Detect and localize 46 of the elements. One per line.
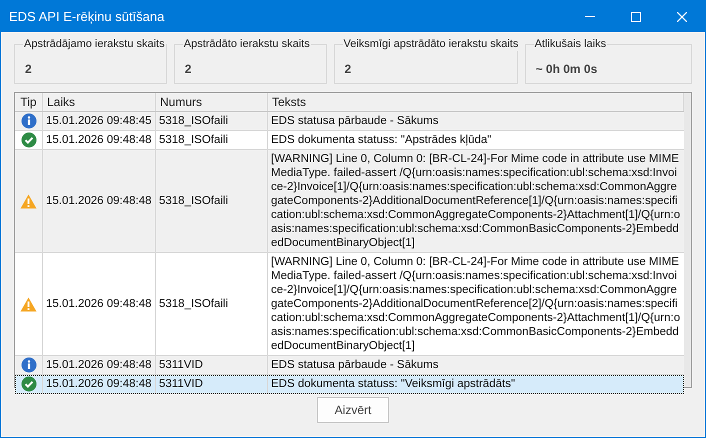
text-cell: [WARNING] Line 0, Column 0: [BR-CL-24]-For Mime code in attribute use MIMEMediaType. failed-assert /Q{urn:oasis:names:specification:ubl:schema:xsd:Invoice-2}Invoice[1]/Q{urn:oasis:names:specification:ubl:schema:xsd:CommonAggregateComponents-2}AdditionalDocumentReference[1]/Q{urn:oasis:names:specification:ubl:schema:xsd:CommonAggregateComponents-2}Attachment[1]/Q{urn:oasis:names:specification:ubl:schema:xsd:CommonBasicComponents-2}EmbeddedDocumentBinaryObject[1] (271, 152, 681, 250)
time-cell: 15.01.2026 09:48:48 (46, 194, 152, 208)
counter-label: Apstrādāto ierakstu skaits (182, 37, 311, 51)
number-cell: 5318_ISOfaili (159, 297, 228, 311)
number-cell: 5311VID (159, 377, 203, 391)
text-cell-text: EDS dokumenta statuss: "Veiksmīgi apstrādāts" (271, 377, 516, 391)
time-cell: 15.01.2026 09:48:48 (46, 297, 152, 311)
column-header[interactable]: Numurs (156, 93, 268, 111)
text-cell: [WARNING] Line 0, Column 0: [BR-CL-24]-For Mime code in attribute use MIMEMediaType. failed-assert /Q{urn:oasis:names:specification:ubl:schema:xsd:Invoice-2}Invoice[1]/Q{urn:oasis:names:specification:ubl:schema:xsd:CommonAggregateComponents-2}AdditionalDocumentReference[2]/Q{urn:oasis:names:specification:ubl:schema:xsd:CommonAggregateComponents-2}Attachment[1]/Q{urn:oasis:names:specification:ubl:schema:xsd:CommonBasicComponents-2}EmbeddedDocumentBinaryObject[1] (271, 255, 681, 353)
number-cell: 5318_ISOfaili (159, 194, 228, 208)
warning-icon (20, 194, 37, 208)
time-cell: 15.01.2026 09:48:48 (46, 377, 152, 391)
time-cell: 15.01.2026 09:48:48 (46, 358, 152, 372)
counter-value: 2 (184, 61, 192, 78)
check-icon (20, 132, 36, 148)
number-cell: 5311VID (159, 358, 203, 372)
maximize-icon (631, 12, 641, 22)
table-row[interactable] (15, 150, 684, 253)
text-cell-text: EDS statusa pārbaude - Sākums (271, 114, 440, 128)
text-cell-text: EDS dokumenta statuss: "Apstrādes kļūda" (271, 133, 492, 147)
info-icon (20, 113, 36, 129)
window-title: EDS API E-rēķinu sūtīšana (9, 8, 164, 26)
counter-value: 2 (344, 61, 352, 78)
check-icon (20, 376, 36, 392)
column-header[interactable]: Laiks (43, 93, 156, 111)
warning-icon (20, 296, 37, 312)
column-header[interactable]: Teksts (268, 93, 684, 111)
table-row[interactable]: 15.01.2026 09:48:48 5318_ISOfaili EDS dokumenta statuss: "Apstrādes kļūda" (15, 131, 684, 150)
table-row[interactable]: 15.01.2026 09:48:48 5311VID EDS statusa pārbaude - Sākums (15, 356, 684, 375)
table-row[interactable]: 15.01.2026 09:48:45 5318_ISOfaili EDS statusa pārbaude - Sākums (15, 112, 684, 131)
table-row[interactable]: 15.01.2026 09:48:48 5311VID EDS dokumenta statuss: "Veiksmīgi apstrādāts" (15, 375, 684, 394)
close-icon (677, 12, 687, 22)
close-dialog-button[interactable]: Aizvērt (317, 397, 389, 423)
column-header[interactable]: Tip (15, 93, 43, 111)
counter-value: 2 (25, 61, 32, 78)
number-cell: 5318_ISOfaili (159, 114, 228, 128)
counter-value: ~ 0h 0m 0s (536, 61, 598, 78)
counter-label: Veiksmīgi apstrādāto ierakstu skaits (342, 37, 520, 51)
text-cell-text: EDS statusa pārbaude - Sākums (271, 358, 440, 372)
time-cell: 15.01.2026 09:48:45 (46, 114, 152, 128)
counter-label: Apstrādājamo ierakstu skaits (23, 37, 166, 51)
number-cell: 5318_ISOfaili (159, 133, 228, 147)
time-cell: 15.01.2026 09:48:48 (46, 133, 152, 147)
minimize-icon (585, 16, 595, 17)
table-row[interactable] (15, 253, 684, 356)
info-icon (20, 357, 36, 373)
